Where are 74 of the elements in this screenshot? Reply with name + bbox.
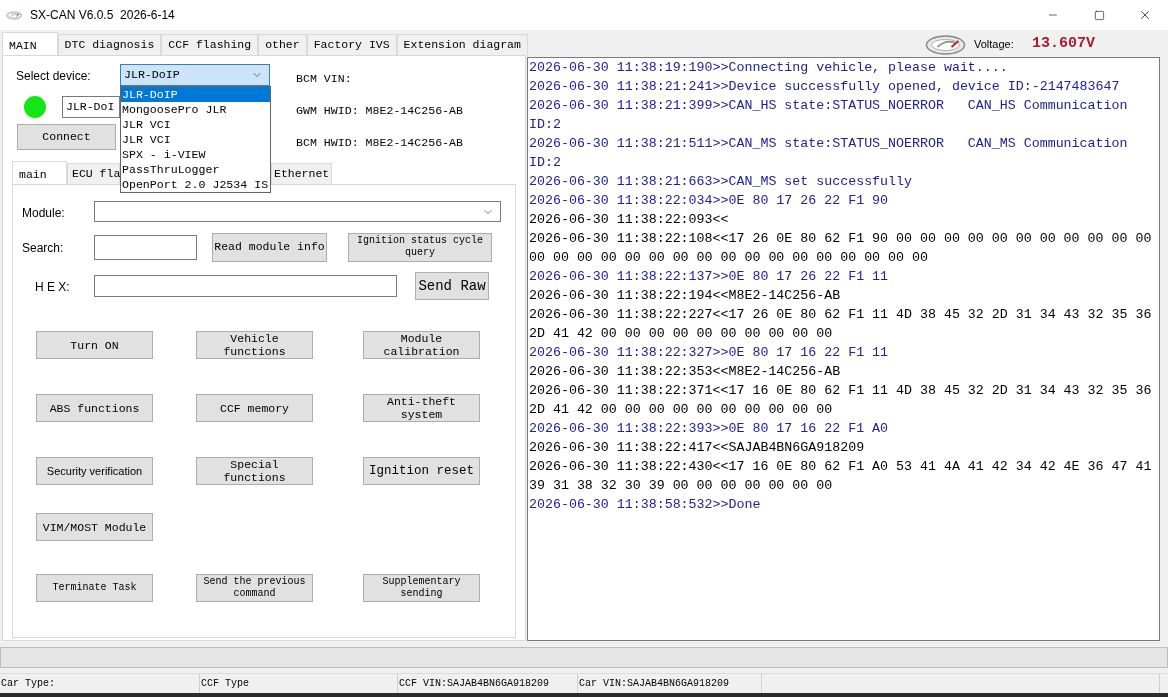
connect-button[interactable]: Connect [17, 124, 116, 150]
tab[interactable]: MAIN [2, 32, 58, 55]
status-text: CCF Type [201, 677, 249, 691]
log-line: 2026-06-30 11:38:22:371<<17 16 0E 80 62 F1 11 4D 38 45 32 2D 31 34 43 32 35 36 2D 41 42 00 00 00 00 00 00 00 00 00 00 [529, 382, 1153, 419]
module-label: Module: [22, 205, 65, 220]
tab[interactable]: Factory IVS [306, 34, 397, 55]
dropdown-option[interactable]: PassThruLogger [121, 162, 270, 177]
log-line: 2026-06-30 11:38:21:399>>CAN_HS state:STATUS_NOERROR CAN_HS Communication ID:2 [529, 97, 1129, 134]
log-line: 2026-06-30 11:38:22:137>>0E 80 17 26 22 F1 11 [529, 268, 890, 286]
log-line: 2026-06-30 11:38:22:327>>0E 80 17 16 22 F1 11 [529, 344, 890, 362]
voltage-value: 13.607V [1032, 34, 1095, 55]
dropdown-option[interactable]: SPX - i-VIEW [121, 147, 270, 162]
log-line: 2026-06-30 11:38:22:430<<17 16 0E 80 62 F1 A0 53 41 4A 41 42 34 42 4E 36 47 41 39 31 38 32 30 39 00 00 00 00 00 00 00 [529, 458, 1153, 495]
log-line: 2026-06-30 11:38:19:190>>Connecting vehicle, please wait.... [529, 59, 1009, 77]
ignition-query-button[interactable]: Ignition status cycle query [348, 232, 492, 262]
function-button[interactable]: ABS functions [36, 394, 153, 422]
function-button[interactable]: Anti-theft system [363, 394, 480, 422]
close-icon [1138, 8, 1152, 22]
maximize-icon [1093, 9, 1105, 21]
tab[interactable]: Ethernet [271, 163, 333, 184]
function-button[interactable]: Vehicle functions [196, 331, 313, 359]
vehicle-info-text: BCM HWID: M8E2-14C256-AB [296, 135, 463, 151]
device-name-field[interactable]: JLR-DoI [62, 96, 120, 118]
read-module-info-button[interactable]: Read module info [212, 232, 327, 262]
log-line: 2026-06-30 11:38:21:511>>CAN_MS state:STATUS_NOERROR CAN_MS Communication ID:2 [529, 135, 1129, 172]
dropdown-option[interactable]: JLR VCI [121, 117, 270, 132]
function-button[interactable]: CCF memory [196, 394, 313, 422]
dropdown-option[interactable]: JLR-DoIP [121, 87, 270, 102]
app-logo-icon [6, 10, 22, 20]
function-button[interactable]: Ignition reset [363, 457, 480, 485]
device-label: Select device: [16, 69, 91, 83]
voltage-label: Voltage: [974, 37, 1015, 53]
send-raw-button[interactable]: Send Raw [415, 272, 489, 300]
function-button[interactable]: Terminate Task [36, 574, 153, 602]
device-select[interactable]: JLR-DoIP [120, 64, 270, 86]
function-button[interactable]: Supplementary sending [363, 574, 480, 602]
dropdown-option[interactable]: OpenPort 2.0 J2534 IS [121, 177, 270, 192]
status-text: Car Type: [1, 677, 55, 691]
log-line: 2026-06-30 11:38:58:532>>Done [529, 496, 762, 514]
log-line: 2026-06-30 11:38:22:108<<17 26 0E 80 62 F1 90 00 00 00 00 00 00 00 00 00 00 00 00 00 00 00 00 00 00 00 00 00 00 00 00 00 00 00 00 [529, 230, 1153, 267]
function-button[interactable]: VIM/MOST Module [36, 513, 153, 541]
log-line: 2026-06-30 11:38:22:194<<M8E2-14C256-AB [529, 287, 842, 305]
search-label: Search: [22, 241, 64, 255]
log-line: 2026-06-30 11:38:22:034>>0E 80 17 26 22 F1 90 [529, 192, 890, 210]
search-field[interactable] [94, 234, 197, 260]
vehicle-info-text: GWM HWID: M8E2-14C256-AB [296, 103, 463, 119]
dropdown-option[interactable]: MongoosePro JLR [121, 102, 270, 117]
function-button[interactable]: Security verification [36, 457, 153, 485]
module-select[interactable] [94, 201, 501, 222]
window-title: SX-CAN V6.0.5 2026-6-14 [30, 7, 175, 24]
function-button[interactable]: Special functions [196, 457, 313, 485]
function-button[interactable]: Turn ON [36, 331, 153, 359]
log-line: 2026-06-30 11:38:21:241>>Device successfully opened, device ID:-2147483647 [529, 78, 1121, 96]
tab[interactable]: CCF flashing [161, 34, 259, 55]
log-line: 2026-06-30 11:38:22:093<< [529, 211, 730, 229]
tab[interactable]: ECU fla [67, 163, 120, 184]
hex-label: H E X: [35, 280, 70, 294]
tab[interactable]: Extension diagram [396, 34, 528, 55]
tab[interactable]: other [258, 34, 307, 55]
log-line: 2026-06-30 11:38:22:393>>0E 80 17 16 22 F1 A0 [529, 420, 890, 438]
log-line: 2026-06-30 11:38:21:663>>CAN_MS set successfully [529, 173, 913, 191]
hex-field[interactable] [94, 275, 397, 297]
dropdown-option[interactable]: JLR VCI [121, 132, 270, 147]
tab[interactable]: DTC diagnosis [57, 34, 162, 55]
status-text: CCF VIN:SAJAB4BN6GA918209 [399, 677, 550, 691]
function-button[interactable]: Module calibration [363, 331, 480, 359]
vehicle-info-text: BCM VIN: [296, 71, 353, 87]
status-text: Car VIN:SAJAB4BN6GA918209 [579, 677, 730, 691]
function-button[interactable]: Send the previous command [196, 574, 313, 602]
log-line: 2026-06-30 11:38:22:227<<17 26 0E 80 62 F1 11 4D 38 45 32 2D 31 34 43 32 35 36 2D 41 42 00 00 00 00 00 00 00 00 00 00 [529, 306, 1153, 343]
log-line: 2026-06-30 11:38:22:417<<SAJAB4BN6GA918209 [529, 439, 866, 457]
tab[interactable]: main [12, 161, 67, 184]
oval-logo-icon [925, 34, 966, 55]
log-line: 2026-06-30 11:38:22:353<<M8E2-14C256-AB [529, 363, 842, 381]
